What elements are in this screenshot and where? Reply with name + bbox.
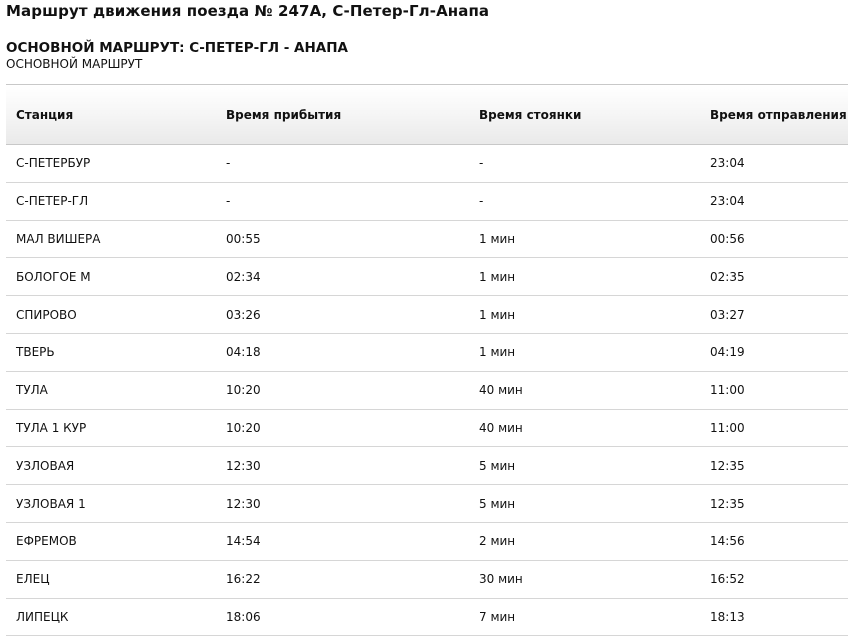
station-cell: ЛИПЕЦК	[6, 598, 216, 637]
route-subheading: ОСНОВНОЙ МАРШРУТ	[6, 57, 143, 71]
departure-time-cell: 18:13	[700, 598, 848, 637]
stop-duration-cell: 40 мин	[469, 371, 700, 410]
header-departure: Время отправления	[700, 84, 848, 145]
arrival-time-cell: 18:06	[216, 598, 469, 637]
station-cell: УЗЛОВАЯ 1	[6, 484, 216, 523]
arrival-time-cell: 16:22	[216, 560, 469, 599]
arrival-time-cell: -	[216, 182, 469, 221]
header-stop: Время стоянки	[469, 84, 700, 145]
stop-duration-cell: 30 мин	[469, 560, 700, 599]
stop-duration-cell: -	[469, 182, 700, 221]
train-route-page: Маршрут движения поезда № 247А, С-Петер-…	[0, 0, 848, 637]
departure-time-cell: 23:04	[700, 144, 848, 183]
table-row: УЗЛОВАЯ 12:30 5 мин 12:35	[6, 446, 848, 486]
departure-time-cell: 00:56	[700, 220, 848, 259]
arrival-time-cell: 10:20	[216, 371, 469, 410]
stop-duration-cell: 1 мин	[469, 295, 700, 334]
table-row: ЕЛЕЦ 16:22 30 мин 16:52	[6, 560, 848, 599]
schedule-table: Станция Время прибытия Время стоянки Вре…	[6, 84, 848, 637]
departure-time-cell: 16:52	[700, 560, 848, 599]
table-row: С-ПЕТЕР-ГЛ - -23:04	[6, 182, 848, 221]
table-row: ТВЕРЬ 04:18 1 мин 04:19	[6, 333, 848, 372]
station-cell: ТВЕРЬ	[6, 333, 216, 372]
departure-time-cell: 11:00	[700, 371, 848, 410]
schedule-table-body: С-ПЕТЕРБУР - -23:04 С-ПЕТЕР-ГЛ - -23:04 МАЛ ВИ…	[6, 144, 848, 637]
arrival-time-cell: 00:55	[216, 220, 469, 259]
station-cell: С-ПЕТЕР-ГЛ	[6, 182, 216, 221]
arrival-time-cell: -	[216, 144, 469, 183]
station-cell: С-ПЕТЕРБУР	[6, 144, 216, 183]
departure-time-cell: 11:00	[700, 409, 848, 448]
station-cell: СПИРОВО	[6, 295, 216, 334]
stop-duration-cell: 5 мин	[469, 446, 700, 486]
arrival-time-cell: 02:34	[216, 257, 469, 297]
table-row: ТУЛА 1 КУР 10:20 40 мин 11:00	[6, 409, 848, 448]
stop-duration-cell: 1 мин	[469, 333, 700, 372]
table-row: УЗЛОВАЯ 1 12:30 5 мин 12:35	[6, 484, 848, 523]
stop-duration-cell: 40 мин	[469, 409, 700, 448]
station-cell: БОЛОГОЕ М	[6, 257, 216, 297]
header-station: Станция	[6, 84, 216, 145]
table-row: СПИРОВО 03:26 1 мин 03:27	[6, 295, 848, 334]
arrival-time-cell: 04:18	[216, 333, 469, 372]
table-row: МАЛ ВИШЕРА 00:55 1 мин 00:56	[6, 220, 848, 259]
table-row: ТУЛА 10:20 40 мин 11:00	[6, 371, 848, 410]
stop-duration-cell: 1 мин	[469, 257, 700, 297]
departure-time-cell: 12:35	[700, 484, 848, 523]
stop-duration-cell: 5 мин	[469, 484, 700, 523]
departure-time-cell: 14:56	[700, 522, 848, 561]
station-cell: ЕЛЕЦ	[6, 560, 216, 599]
route-heading: ОСНОВНОЙ МАРШРУТ: С-ПЕТЕР-ГЛ - АНАПА	[6, 40, 349, 56]
station-cell: ЕФРЕМОВ	[6, 522, 216, 561]
page-title: Маршрут движения поезда № 247А, С-Петер-…	[6, 2, 490, 20]
departure-time-cell: 04:19	[700, 333, 848, 372]
table-row: ЕФРЕМОВ 14:54 2 мин 14:56	[6, 522, 848, 561]
table-row: ЛИПЕЦК 18:06 7 мин 18:13	[6, 598, 848, 637]
stop-duration-cell: 7 мин	[469, 598, 700, 637]
schedule-table-header: Станция Время прибытия Время стоянки Вре…	[6, 84, 848, 145]
departure-time-cell: 23:04	[700, 182, 848, 221]
stop-duration-cell: 2 мин	[469, 522, 700, 561]
header-arrival: Время прибытия	[216, 84, 469, 145]
arrival-time-cell: 12:30	[216, 446, 469, 486]
table-row: С-ПЕТЕРБУР - -23:04	[6, 144, 848, 183]
station-cell: ТУЛА	[6, 371, 216, 410]
station-cell: МАЛ ВИШЕРА	[6, 220, 216, 259]
table-row: БОЛОГОЕ М 02:34 1 мин 02:35	[6, 257, 848, 297]
stop-duration-cell: -	[469, 144, 700, 183]
departure-time-cell: 02:35	[700, 257, 848, 297]
departure-time-cell: 03:27	[700, 295, 848, 334]
station-cell: ТУЛА 1 КУР	[6, 409, 216, 448]
arrival-time-cell: 10:20	[216, 409, 469, 448]
stop-duration-cell: 1 мин	[469, 220, 700, 259]
station-cell: УЗЛОВАЯ	[6, 446, 216, 486]
departure-time-cell: 12:35	[700, 446, 848, 486]
arrival-time-cell: 03:26	[216, 295, 469, 334]
arrival-time-cell: 12:30	[216, 484, 469, 523]
arrival-time-cell: 14:54	[216, 522, 469, 561]
header-row: Станция Время прибытия Время стоянки Вре…	[6, 84, 848, 145]
